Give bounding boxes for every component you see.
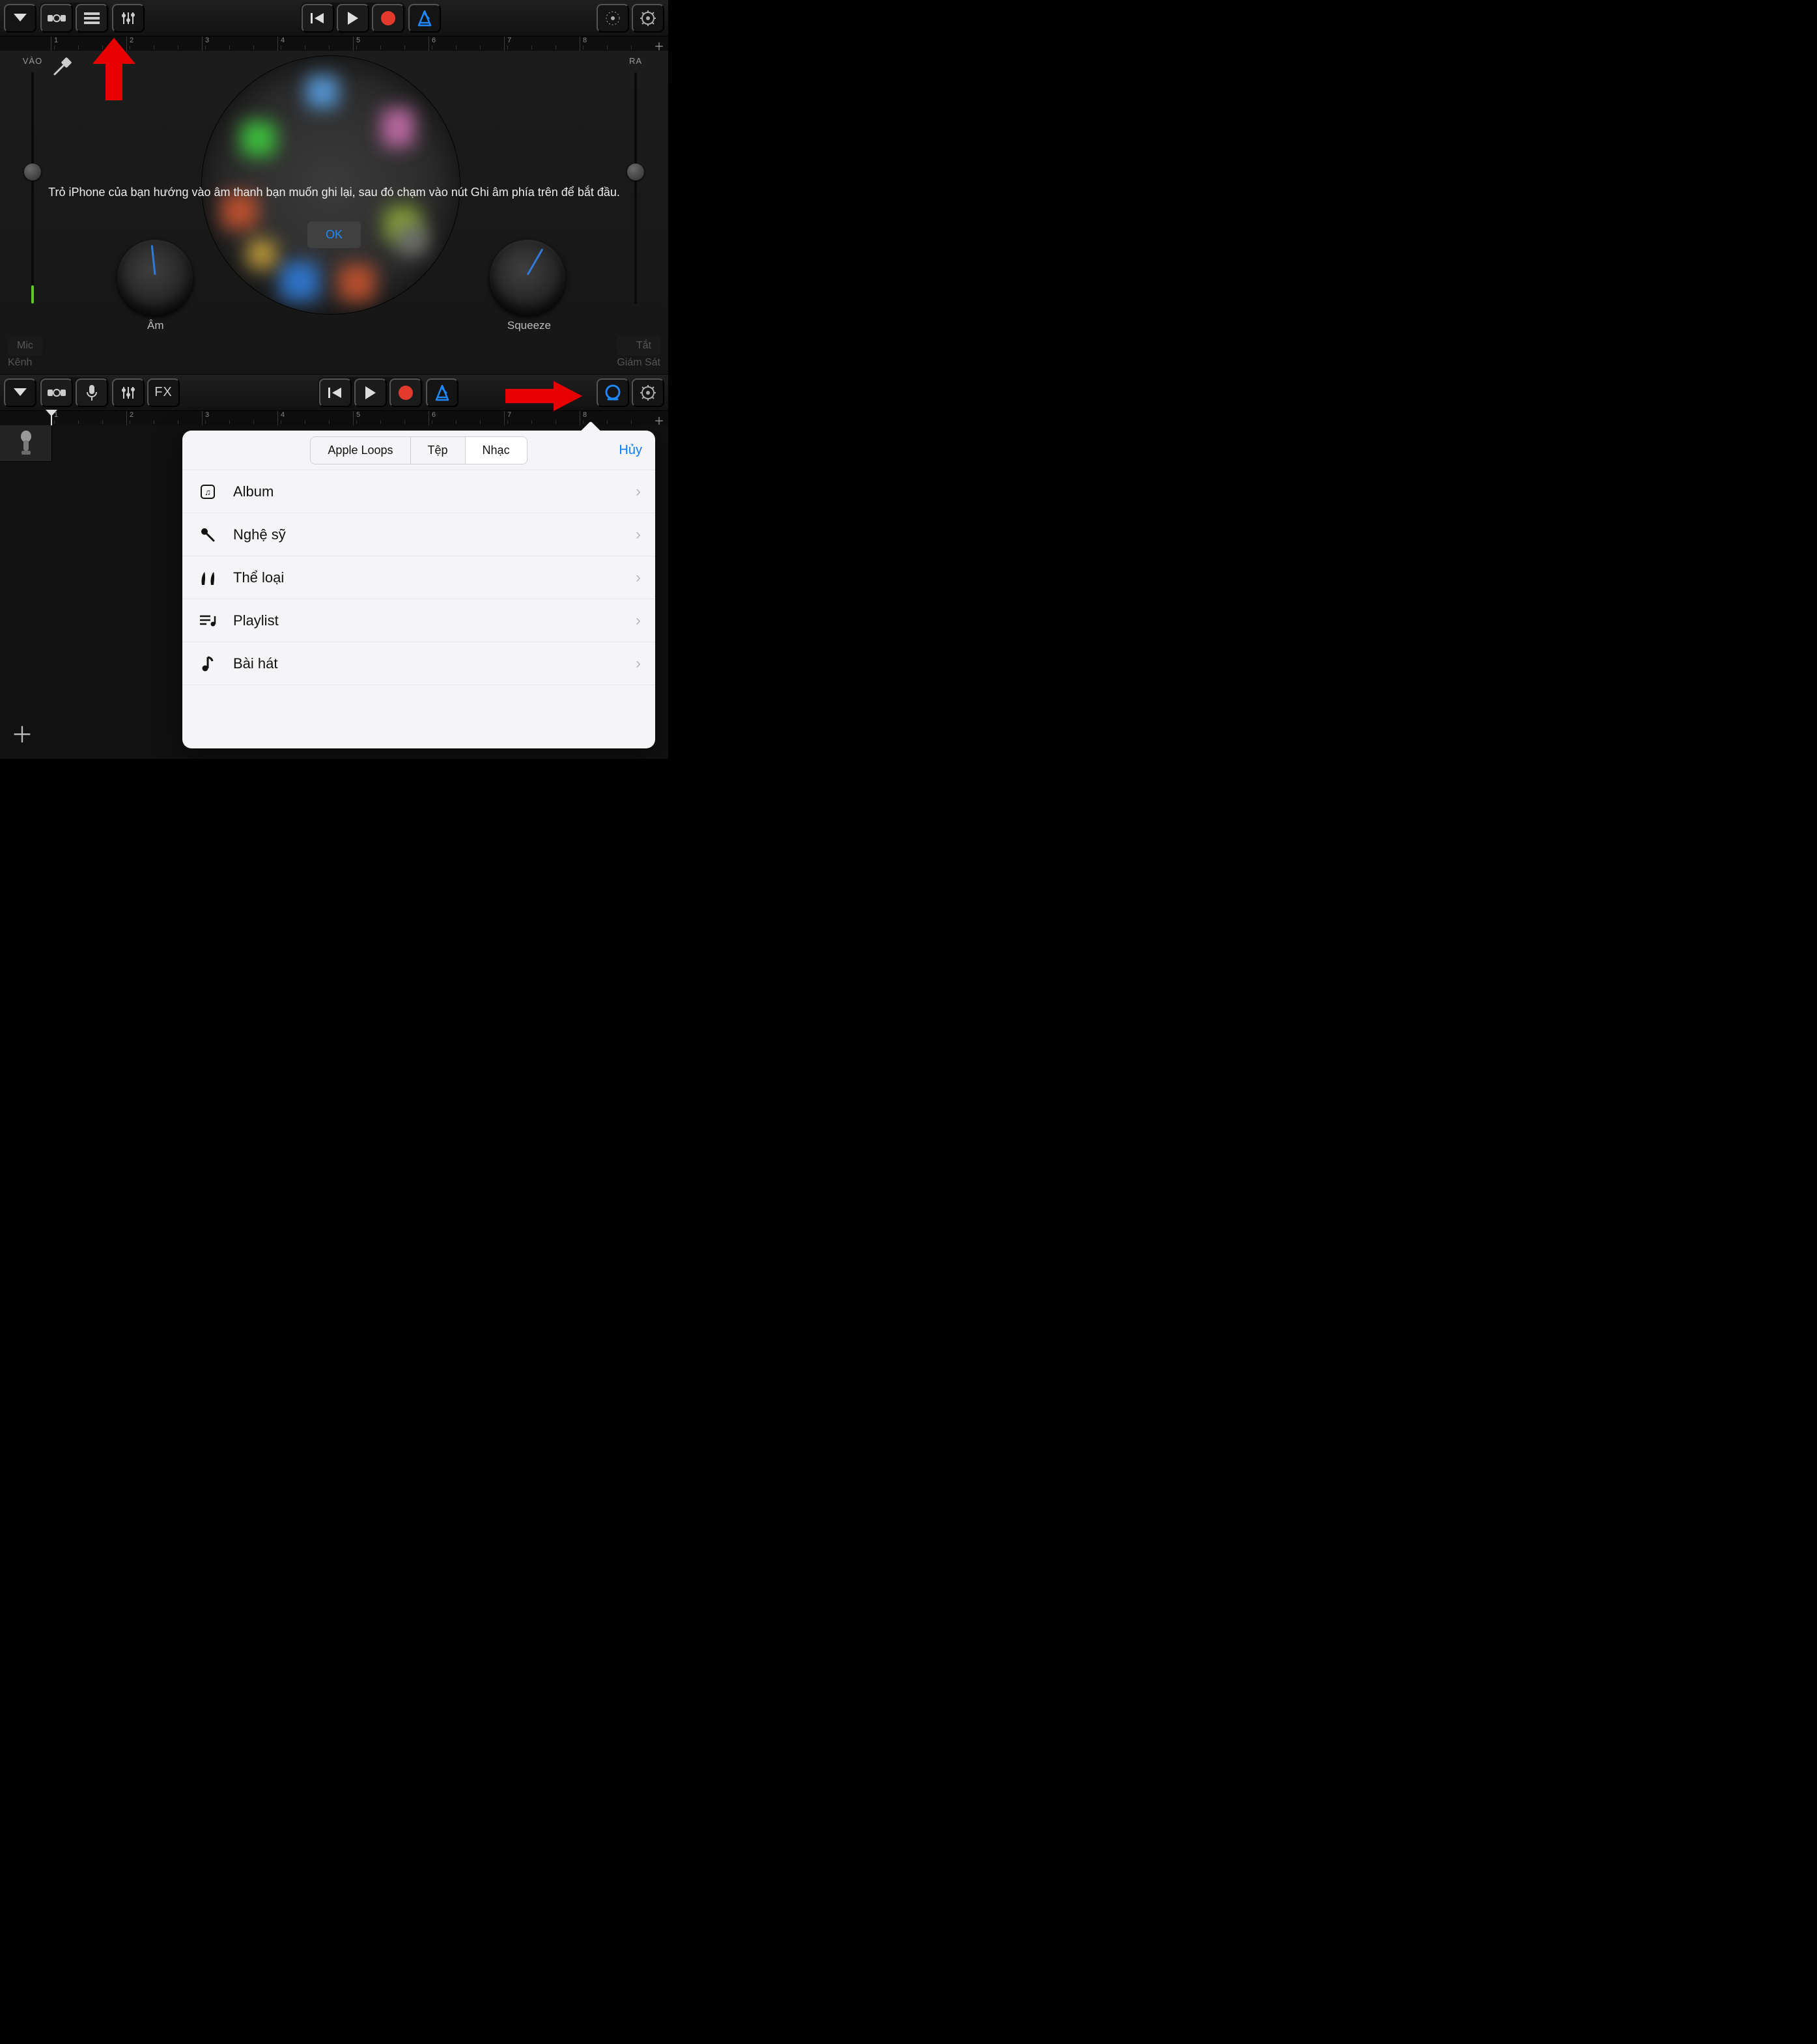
tab-files[interactable]: Tệp [410,437,465,464]
track-header[interactable] [0,425,52,462]
recorder-panel: 1 2 3 4 5 6 7 8 ＋ VÀO RA [0,0,668,375]
callout-arrow-icon [505,380,584,412]
list-item-album[interactable]: ♫ Album › [182,470,655,513]
recording-instructions: Trỏ iPhone của bạn hướng vào âm thanh bạ… [33,184,636,248]
tracks-panel: FX 1 2 3 4 5 6 7 8 ＋ ＋ App [0,375,668,759]
list-item-songs[interactable]: Bài hát › [182,642,655,685]
row-label: Playlist [233,612,621,629]
music-category-list: ♫ Album › Nghệ sỹ › Thể loại › Playlist … [182,470,655,685]
list-item-artist[interactable]: Nghệ sỹ › [182,513,655,556]
rewind-button[interactable] [302,4,334,33]
ruler-mark: 5 [356,36,360,44]
metronome-button[interactable] [408,4,441,33]
output-label: RA [629,56,642,66]
monitor-footer: Tắt Giám Sát [609,331,668,374]
track-controls-button[interactable] [112,4,145,33]
monitor-label: Giám Sát [617,357,660,368]
browser-view-button[interactable] [40,4,73,33]
ok-button[interactable]: OK [307,221,361,248]
ruler-mark: 4 [281,411,285,419]
svg-text:♫: ♫ [204,487,211,497]
tone-knob[interactable] [117,240,193,315]
play-button[interactable] [354,378,387,407]
popover-header: Apple Loops Tệp Nhạc Hủy [182,431,655,470]
fx-button[interactable]: FX [147,378,180,407]
chevron-right-icon: › [636,483,641,501]
row-label: Album [233,483,621,500]
ruler-mark: 4 [281,36,285,44]
ruler-mark: 8 [583,36,587,44]
guide-text: Trỏ iPhone của bạn hướng vào âm thanh bạ… [33,184,636,201]
chevron-right-icon: › [636,526,641,544]
my-songs-button[interactable] [4,4,36,33]
artist-icon [197,526,219,543]
output-slider[interactable]: RA [623,56,649,310]
chevron-right-icon: › [636,655,641,673]
source-tabs[interactable]: Apple Loops Tệp Nhạc [310,436,527,464]
loop-browser-button[interactable] [597,4,629,33]
cancel-button[interactable]: Hủy [619,443,642,458]
tab-apple-loops[interactable]: Apple Loops [311,437,410,464]
chevron-right-icon: › [636,569,641,587]
chevron-right-icon: › [636,612,641,630]
ruler-bottom[interactable]: 1 2 3 4 5 6 7 8 ＋ [0,411,668,425]
track-controls-button[interactable] [112,378,145,407]
ruler-mark: 1 [54,36,58,44]
callout-arrow-icon [91,38,137,103]
ruler-mark: 6 [432,411,436,419]
off-label: Tắt [617,336,660,356]
add-track-button[interactable]: ＋ [8,718,36,747]
tab-music[interactable]: Nhạc [465,437,527,464]
microphone-icon [16,430,36,457]
row-label: Bài hát [233,655,621,672]
row-label: Thể loại [233,569,621,586]
list-item-genre[interactable]: Thể loại › [182,556,655,599]
album-icon: ♫ [197,483,219,500]
ruler-mark: 3 [205,411,209,419]
rewind-button[interactable] [319,378,352,407]
browser-view-button[interactable] [40,378,73,407]
row-label: Nghệ sỹ [233,526,621,543]
channel-footer: Mic Kênh [0,331,50,374]
record-button[interactable] [372,4,404,33]
mic-label: Mic [8,336,42,356]
settings-button[interactable] [632,378,664,407]
loop-browser-button[interactable] [597,378,629,407]
media-browser-popover: Apple Loops Tệp Nhạc Hủy ♫ Album › Nghệ … [182,431,655,748]
ruler-mark: 7 [507,36,511,44]
list-item-playlist[interactable]: Playlist › [182,599,655,642]
ruler-mark: 5 [356,411,360,419]
toolbar-top [0,0,668,36]
squeeze-knob-label: Squeeze [507,319,551,332]
playlist-icon [197,614,219,628]
ruler-mark: 6 [432,36,436,44]
my-songs-button[interactable] [4,378,36,407]
tone-knob-label: Âm [147,319,164,332]
ruler-mark: 2 [130,411,134,419]
plug-icon[interactable] [52,56,73,80]
channel-label: Kênh [8,357,32,368]
input-slider[interactable]: VÀO [20,56,46,310]
squeeze-knob[interactable] [490,240,565,315]
settings-button[interactable] [632,4,664,33]
record-button[interactable] [389,378,422,407]
tracks-view-button[interactable] [76,4,108,33]
mic-instrument-button[interactable] [76,378,108,407]
ruler-mark: 3 [205,36,209,44]
input-label: VÀO [23,56,42,66]
genre-icon [197,569,219,586]
song-icon [197,655,219,672]
play-button[interactable] [337,4,369,33]
metronome-button[interactable] [426,378,458,407]
